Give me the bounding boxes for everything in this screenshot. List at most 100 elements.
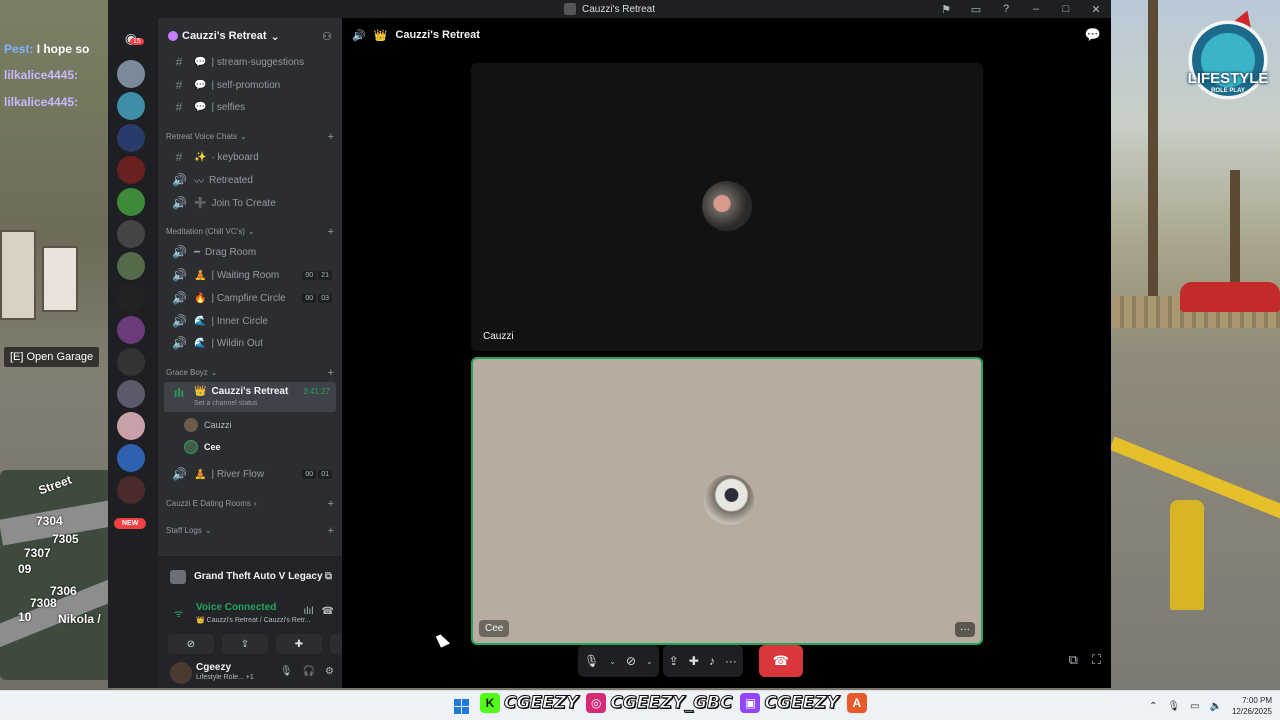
server-icon[interactable] [117, 220, 145, 248]
headphones-icon[interactable]: 🎧 [303, 666, 315, 677]
screen-share-icon[interactable]: ⧉ [325, 571, 332, 582]
add-channel-icon[interactable]: + [328, 498, 334, 510]
activities-button[interactable]: ✚ [276, 634, 322, 654]
server-icon[interactable] [117, 444, 145, 472]
signal-icon[interactable]: ᯤ [174, 606, 183, 620]
voice-member[interactable]: Cauzzi [184, 418, 232, 432]
soundboard-icon[interactable]: ♪ [709, 654, 715, 668]
speaker-icon: 🔊 [172, 467, 187, 481]
channel-self-promotion[interactable]: # 💬 | self-promotion [164, 75, 336, 95]
server-icon[interactable] [117, 316, 145, 344]
server-icon[interactable] [117, 60, 145, 88]
gear-icon[interactable]: ⚙ [325, 666, 334, 677]
channel-retreated[interactable]: 🔊 〰 Retreated [164, 170, 336, 190]
channel-label: | River Flow [211, 468, 265, 480]
twitch-icon: ▣ [740, 693, 761, 713]
maximize-icon[interactable]: □ [1051, 0, 1081, 18]
taskbar: K CGEEZY ◎ CGEEZY_GBC ▣ CGEEZY A ⌃ 🎙 ▭ 🔈… [0, 690, 1280, 720]
camera-off-button[interactable]: ⊘ [168, 634, 214, 654]
new-badge[interactable]: NEW [114, 518, 147, 529]
category-dating-rooms[interactable]: Cauzzi E Dating Rooms › + [166, 498, 334, 510]
avatar[interactable] [170, 662, 192, 684]
server-icon[interactable] [117, 188, 145, 216]
camera-off-icon[interactable]: ⊘ [626, 654, 636, 668]
network-icon[interactable]: ▭ [1190, 701, 1199, 712]
chat-icon[interactable]: 💬 [1085, 27, 1101, 43]
server-icon[interactable] [117, 476, 145, 504]
time: 7:00 PM [1242, 696, 1272, 705]
invite-icon[interactable]: ⚇ [322, 30, 332, 43]
user-panel-icons: 🎙 🎧 ⚙ [280, 666, 334, 677]
channel-keyboard[interactable]: # ✨ · keyboard [164, 147, 336, 167]
server-icon[interactable] [117, 380, 145, 408]
noise-suppression-icon[interactable]: ılıl [304, 606, 314, 617]
server-header[interactable]: Cauzzi's Retreat ⌄ ⚇ [158, 18, 342, 54]
add-channel-icon[interactable]: + [328, 131, 334, 143]
more-icon[interactable]: ··· [725, 654, 737, 668]
server-icon[interactable] [117, 412, 145, 440]
channel-river-flow[interactable]: 🔊 🧘 | River Flow 00 01 [164, 464, 336, 484]
volume-icon[interactable]: 🔈 [1210, 701, 1222, 712]
category-grace-boyz[interactable]: Grace Boyz ⌄ + [166, 367, 334, 379]
channel-inner-circle[interactable]: 🔊 🌊 | Inner Circle [164, 311, 336, 331]
more-options-button[interactable]: ··· [955, 622, 975, 637]
clock[interactable]: 7:00 PM 12/26/2025 [1232, 695, 1272, 717]
channel-join-to-create[interactable]: 🔊 ➕ Join To Create [164, 193, 336, 213]
channel-stream-suggestions[interactable]: # 💬 | stream-suggestions [164, 52, 336, 72]
channel-cauzzis-retreat[interactable]: ılı 👑 Cauzzi's Retreat 3:41:27 Set a cha… [164, 382, 336, 412]
voice-panel-icons: ılıl ☎ [304, 606, 334, 617]
call-timer: 3:41:27 [303, 387, 330, 396]
channel-label: | Waiting Room [211, 269, 280, 281]
add-channel-icon[interactable]: + [328, 525, 334, 537]
channel-status[interactable]: Set a channel status [194, 400, 257, 407]
pop-out-icon[interactable]: ⧉ [1069, 652, 1078, 668]
speaker-icon: 🔊 [172, 291, 187, 305]
channel-selfies[interactable]: # 💬 | selfies [164, 97, 336, 117]
fullscreen-icon[interactable]: ⛶ [1092, 652, 1101, 668]
category-meditation[interactable]: Meditation (Chill VC's) ⌄ + [166, 226, 334, 238]
add-channel-icon[interactable]: + [328, 367, 334, 379]
disconnect-icon[interactable]: ☎ [322, 606, 334, 617]
voice-status[interactable]: Voice Connected [196, 602, 276, 613]
help-icon[interactable]: ? [991, 0, 1021, 18]
channel-wildin-out[interactable]: 🔊 🌊 | Wildin Out [164, 333, 336, 353]
activities-icon[interactable]: ✚ [689, 654, 699, 668]
minimap-label: 7308 [30, 596, 57, 610]
user-name[interactable]: Cgeezy [196, 662, 231, 673]
add-channel-icon[interactable]: + [328, 226, 334, 238]
activity-panel[interactable]: Grand Theft Auto V Legacy ⧉ [158, 556, 342, 596]
chevron-down-icon[interactable]: ⌄ [609, 657, 616, 666]
channel-campfire-circle[interactable]: 🔊 🔥 | Campfire Circle 00 03 [164, 288, 336, 308]
participant-tile-speaking[interactable]: Cee ··· [471, 357, 983, 645]
screen-share-icon[interactable]: ⇪ [669, 654, 679, 668]
server-icon[interactable] [117, 284, 145, 312]
microphone-icon[interactable]: 🎙 [584, 654, 599, 668]
disconnect-button[interactable]: ☎ [758, 645, 803, 677]
server-icon[interactable] [117, 92, 145, 120]
voice-member[interactable]: Cee [184, 440, 221, 454]
close-icon[interactable]: ✕ [1081, 0, 1111, 18]
channel-drag-room[interactable]: 🔊 ━ Drag Room [164, 242, 336, 262]
server-icon[interactable] [117, 252, 145, 280]
bollard [1170, 500, 1204, 610]
category-retreat-voice-chats[interactable]: Retreat Voice Chats ⌄ + [166, 131, 334, 143]
windows-start-icon[interactable] [454, 699, 469, 714]
server-icon[interactable] [117, 156, 145, 184]
voice-channel-path[interactable]: 👑 Cauzzi's Retreat / Cauzzi's Retr... [196, 616, 316, 624]
screen-share-button[interactable]: ⇪ [222, 634, 268, 654]
channel-label: | Inner Circle [211, 315, 268, 327]
minimize-icon[interactable]: – [1021, 0, 1051, 18]
channel-waiting-room[interactable]: 🔊 🧘 | Waiting Room 00 21 [164, 265, 336, 285]
chevron-down-icon[interactable]: ⌄ [646, 657, 653, 666]
server-icon[interactable] [117, 124, 145, 152]
participant-tile[interactable]: Cauzzi [471, 63, 983, 351]
microphone-icon[interactable]: 🎙 [280, 666, 293, 677]
date: 12/26/2025 [1231, 707, 1272, 716]
monitor-icon[interactable]: ▭ [961, 0, 991, 18]
chevron-up-icon[interactable]: ⌃ [1149, 701, 1157, 712]
category-staff-logs[interactable]: Staff Logs ⌄ + [166, 525, 334, 537]
app-icon[interactable]: A [846, 693, 867, 713]
inbox-icon[interactable]: ⚑ [931, 0, 961, 18]
microphone-icon[interactable]: 🎙 [1167, 701, 1180, 712]
server-icon[interactable] [117, 348, 145, 376]
